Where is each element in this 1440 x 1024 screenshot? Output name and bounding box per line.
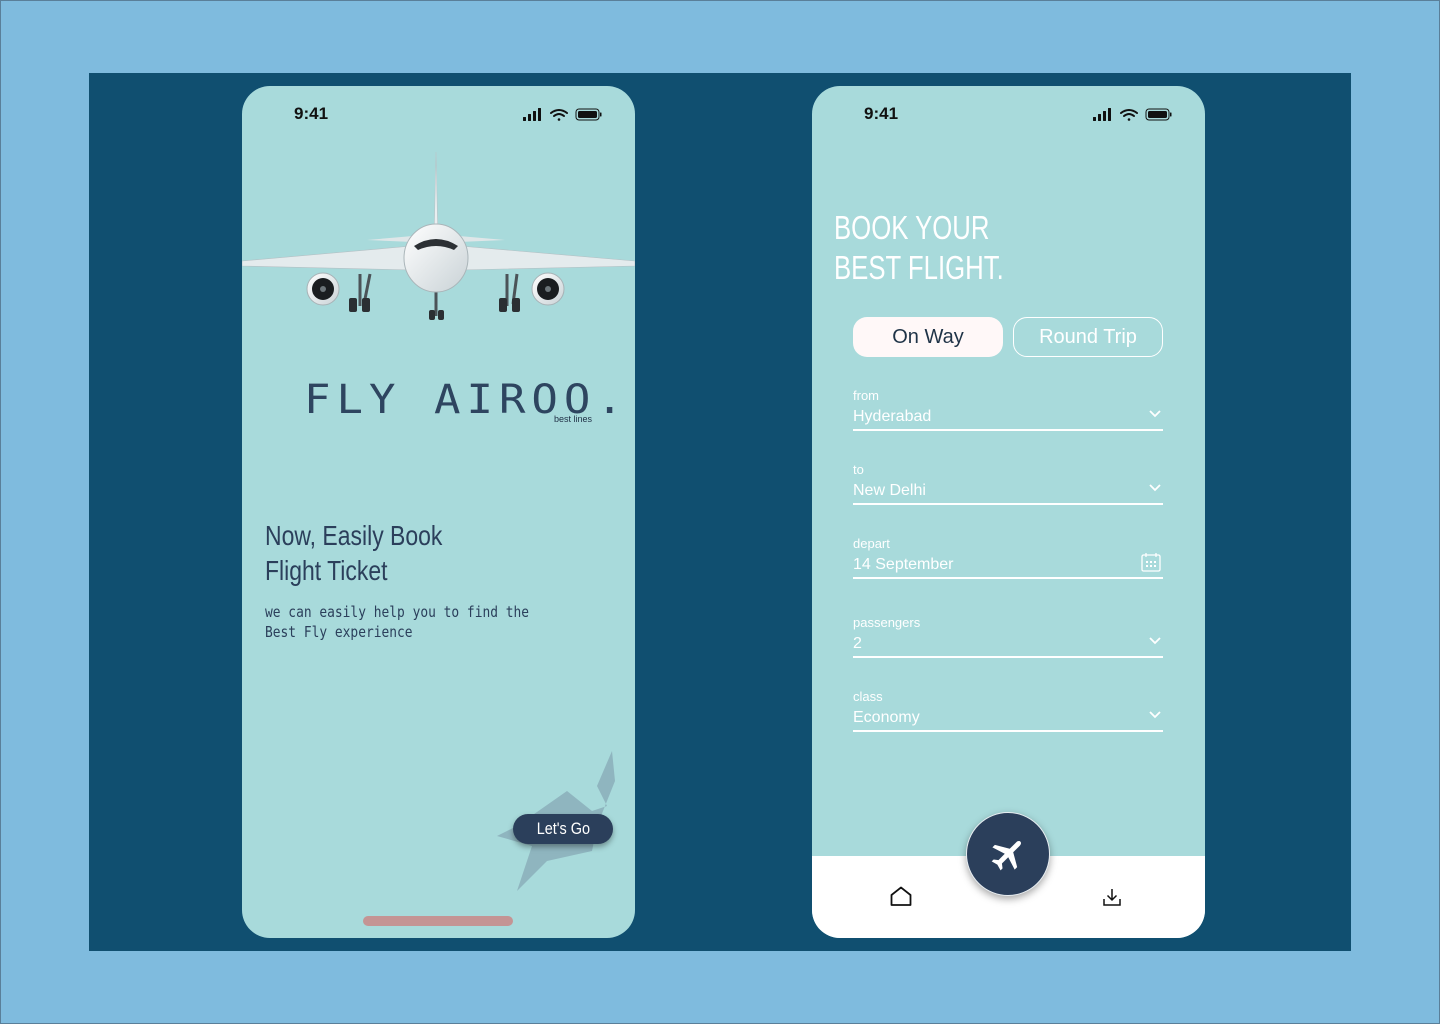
title-line: BEST FLIGHT. [834,249,1004,286]
signal-icon [1093,108,1111,121]
status-time: 9:41 [294,104,329,123]
headline-line: Flight Ticket [265,555,388,586]
passengers-field[interactable]: passengers 2 [853,615,1163,663]
field-underline [853,577,1163,579]
chevron-down-icon[interactable] [1149,711,1161,719]
subtext-line: we can easily help you to find the [265,603,530,621]
depart-label: depart [853,536,890,551]
welcome-headline: Now, Easily Book Flight Ticket [265,518,511,588]
welcome-screen: 9:41 FLY AIROO. best lines Now, Easily B… [242,86,635,938]
status-icons [523,108,602,121]
chevron-down-icon[interactable] [1149,637,1161,645]
from-label: from [853,388,879,403]
field-underline [853,656,1163,658]
to-field[interactable]: to New Delhi [853,462,1163,510]
home-icon[interactable] [890,886,912,906]
showcase-panel: 9:41 FLY AIROO. best lines Now, Easily B… [89,73,1351,951]
airplane-icon [991,840,1022,871]
class-field[interactable]: class Economy [853,689,1163,737]
class-label: class [853,689,883,704]
passengers-label: passengers [853,615,921,630]
status-icons [1093,108,1172,121]
field-underline [853,503,1163,505]
home-indicator [363,916,513,926]
brand-tagline: best lines [554,414,593,424]
wifi-icon [550,109,568,121]
battery-icon [575,108,602,121]
welcome-subtext: we can easily help you to find the Best … [265,602,549,642]
signal-icon [523,108,541,121]
from-field[interactable]: from Hyderabad [853,388,1163,436]
depart-field[interactable]: depart 14 September [853,536,1163,584]
headline-line: Now, Easily Book [265,520,443,551]
battery-icon [1145,108,1172,121]
airliner-illustration [242,151,635,320]
calendar-icon[interactable] [1141,552,1161,572]
round-trip-tab[interactable]: Round Trip [1013,317,1163,357]
from-value[interactable]: Hyderabad [853,408,931,426]
one-way-tab[interactable]: On Way [853,317,1003,357]
book-flight-button[interactable] [966,812,1050,896]
field-underline [853,429,1163,431]
class-value[interactable]: Economy [853,709,920,727]
title-line: BOOK YOUR [834,209,990,246]
to-value[interactable]: New Delhi [853,482,926,500]
booking-screen: 9:41 BOOK YOUR BEST FLIGHT. On Way Round… [812,86,1205,938]
status-time: 9:41 [864,104,899,123]
lets-go-button[interactable]: Let's Go [513,814,613,844]
download-icon[interactable] [1102,887,1122,907]
chevron-down-icon[interactable] [1149,484,1161,492]
to-label: to [853,462,864,477]
lets-go-label: Let's Go [536,819,590,838]
chevron-down-icon[interactable] [1149,410,1161,418]
wifi-icon [1120,109,1138,121]
field-underline [853,730,1163,732]
page-title: BOOK YOUR BEST FLIGHT. [834,208,1037,288]
passengers-value[interactable]: 2 [853,635,862,653]
depart-value[interactable]: 14 September [853,556,954,574]
subtext-line: Best Fly experience [265,623,413,641]
